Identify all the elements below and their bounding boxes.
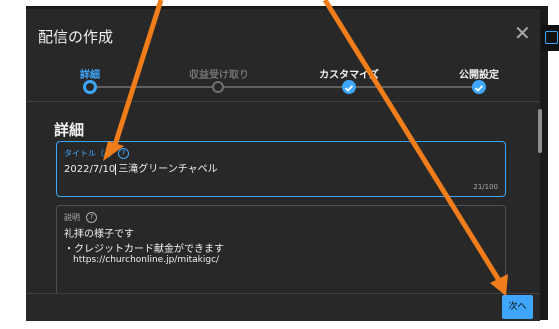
annotation-arrow-line: [112, 0, 164, 146]
annotation-arrow-line: [322, 0, 503, 284]
annotation-arrow-head: [103, 141, 124, 161]
annotation-arrows: [103, 0, 508, 296]
